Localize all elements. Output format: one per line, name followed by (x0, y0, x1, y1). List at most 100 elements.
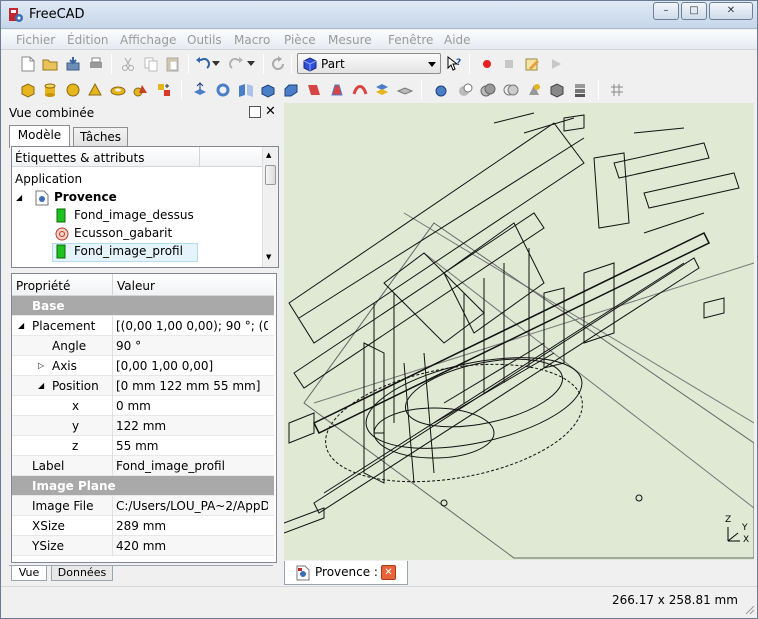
menu-affichage[interactable]: Affichage (120, 33, 176, 47)
common-icon[interactable] (502, 81, 520, 99)
property-row[interactable]: ▷ Axis [0,00 1,00 0,00] (12, 356, 274, 376)
property-value[interactable]: [0 mm 122 mm 55 mm] (116, 379, 268, 393)
macro-edit-icon[interactable] (523, 55, 541, 73)
whats-this-icon[interactable]: ? (445, 55, 463, 73)
scroll-down-icon[interactable]: ▼ (266, 253, 271, 261)
tab-vue[interactable]: Vue (11, 566, 47, 581)
open-folder-icon[interactable] (41, 55, 59, 73)
property-expander-icon[interactable]: ◢ (18, 321, 24, 330)
property-value[interactable]: 122 mm (116, 419, 268, 433)
sweep-icon[interactable] (351, 81, 369, 99)
property-row[interactable]: Image File C:/Users/LOU_PA~2/AppD... (12, 496, 274, 516)
property-value[interactable]: 90 ° (116, 339, 268, 353)
fillet-icon[interactable] (259, 81, 277, 99)
new-document-icon[interactable] (19, 55, 37, 73)
refresh-icon[interactable] (269, 55, 287, 73)
print-icon[interactable] (87, 55, 105, 73)
tab-donnees[interactable]: Données (51, 566, 113, 581)
macro-run-icon[interactable] (547, 55, 565, 73)
property-row[interactable]: x 0 mm (12, 396, 274, 416)
tree-item-selected[interactable]: Fond_image_profil (74, 244, 183, 262)
tab-modele[interactable]: Modèle (9, 125, 70, 148)
macro-stop-icon[interactable] (500, 55, 518, 73)
property-row[interactable]: Label Fond_image_profil (12, 456, 274, 476)
ruled-surface-icon[interactable] (305, 81, 323, 99)
undo-icon[interactable] (194, 55, 212, 73)
property-value[interactable]: 420 mm (116, 539, 268, 553)
compound-icon[interactable] (571, 81, 589, 99)
loft-icon[interactable] (328, 81, 346, 99)
property-value[interactable]: [(0,00 1,00 0,00); 90 °; (0 m... (116, 319, 268, 333)
close-tab-icon[interactable]: ✕ (381, 565, 396, 580)
paste-icon[interactable] (164, 55, 182, 73)
fuse-icon[interactable] (479, 81, 497, 99)
property-row[interactable]: ◢ Position [0 mm 122 mm 55 mm] (12, 376, 274, 396)
menu-outils[interactable]: Outils (187, 33, 222, 47)
property-value[interactable]: 55 mm (116, 439, 268, 453)
section-icon[interactable] (373, 81, 391, 99)
close-button[interactable]: ✕ (709, 2, 753, 20)
cut-shape-icon[interactable] (456, 81, 474, 99)
tree-item[interactable]: Ecusson_gabarit (74, 226, 172, 244)
chamfer-icon[interactable] (282, 81, 300, 99)
part-shape-builder-icon[interactable] (155, 81, 173, 99)
part-sphere-icon[interactable] (64, 81, 82, 99)
redo-dropdown-icon[interactable] (246, 55, 256, 73)
menu-macro[interactable]: Macro (234, 33, 270, 47)
mirror-icon[interactable] (237, 81, 255, 99)
property-value[interactable]: [0,00 1,00 0,00] (116, 359, 268, 373)
boolean-icon[interactable] (433, 81, 451, 99)
property-value[interactable]: C:/Users/LOU_PA~2/AppD... (116, 499, 268, 513)
menu-aide[interactable]: Aide (444, 33, 471, 47)
scroll-up-icon[interactable]: ▲ (266, 151, 271, 159)
close-panel-icon[interactable]: ✕ (265, 104, 276, 119)
part-primitives-icon[interactable] (132, 81, 150, 99)
float-panel-icon[interactable] (249, 106, 261, 118)
property-row[interactable]: Angle 90 ° (12, 336, 274, 356)
menu-edition[interactable]: Édition (67, 33, 109, 47)
tree-root[interactable]: Application (15, 172, 82, 190)
extrude-icon[interactable] (191, 81, 209, 99)
property-row[interactable]: ◢ Placement [(0,00 1,00 0,00); 90 °; (0 m.… (12, 316, 274, 336)
cut-icon[interactable] (119, 55, 137, 73)
resize-grip-icon[interactable] (743, 603, 755, 615)
revolve-icon[interactable] (214, 81, 232, 99)
tree-expander-icon[interactable]: ◢ (16, 190, 22, 208)
save-icon[interactable] (64, 55, 82, 73)
property-row[interactable]: YSize 420 mm (12, 536, 274, 556)
part-cone-icon[interactable] (86, 81, 104, 99)
tab-taches[interactable]: Tâches (73, 127, 128, 147)
workbench-selector[interactable]: Part (297, 53, 441, 74)
undo-dropdown-icon[interactable] (211, 55, 221, 73)
check-geometry-icon[interactable] (525, 81, 543, 99)
redo-icon[interactable] (227, 55, 245, 73)
property-value[interactable]: Fond_image_profil (116, 459, 268, 473)
property-expander-icon[interactable]: ▷ (38, 361, 44, 370)
menu-fichier[interactable]: Fichier (16, 33, 55, 47)
3d-viewport[interactable]: Z Y X (284, 103, 754, 560)
part-cylinder-icon[interactable] (41, 81, 59, 99)
menu-fenetre[interactable]: Fenêtre (388, 33, 433, 47)
tree-scrollbar[interactable]: ▲ ▼ (262, 147, 278, 267)
macro-record-icon[interactable] (478, 55, 496, 73)
cross-sections-icon[interactable] (396, 81, 414, 99)
property-row[interactable]: y 122 mm (12, 416, 274, 436)
minimize-button[interactable]: – (653, 2, 679, 20)
menu-mesure[interactable]: Mesure (328, 33, 372, 47)
document-tab[interactable]: Provence : 1 ✕ (284, 561, 408, 585)
shape-from-mesh-icon[interactable] (548, 81, 566, 99)
property-value[interactable]: 289 mm (116, 519, 268, 533)
copy-icon[interactable] (142, 55, 160, 73)
tree-scroll-thumb[interactable] (265, 165, 276, 185)
tree-item[interactable]: Fond_image_dessus (74, 208, 194, 226)
property-expander-icon[interactable]: ◢ (38, 381, 44, 390)
menu-piece[interactable]: Pièce (284, 33, 316, 47)
part-box-icon[interactable] (19, 81, 37, 99)
measure-grid-icon[interactable] (608, 81, 626, 99)
tree-document[interactable]: Provence (54, 190, 117, 208)
part-torus-icon[interactable] (109, 81, 127, 99)
property-row[interactable]: XSize 289 mm (12, 516, 274, 536)
property-row[interactable]: z 55 mm (12, 436, 274, 456)
property-value[interactable]: 0 mm (116, 399, 268, 413)
maximize-button[interactable]: □ (681, 2, 707, 20)
